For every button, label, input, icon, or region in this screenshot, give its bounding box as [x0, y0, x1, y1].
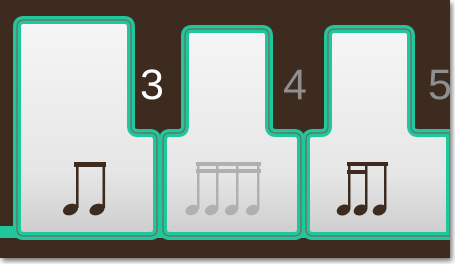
key-number-5: 5 [428, 61, 450, 109]
key-number-3: 3 [140, 61, 164, 109]
rhythm-selector-panel: 3 4 5 [0, 0, 450, 258]
rhythm-keyboard: 3 4 5 [0, 0, 450, 258]
key-number-4: 4 [283, 61, 307, 109]
